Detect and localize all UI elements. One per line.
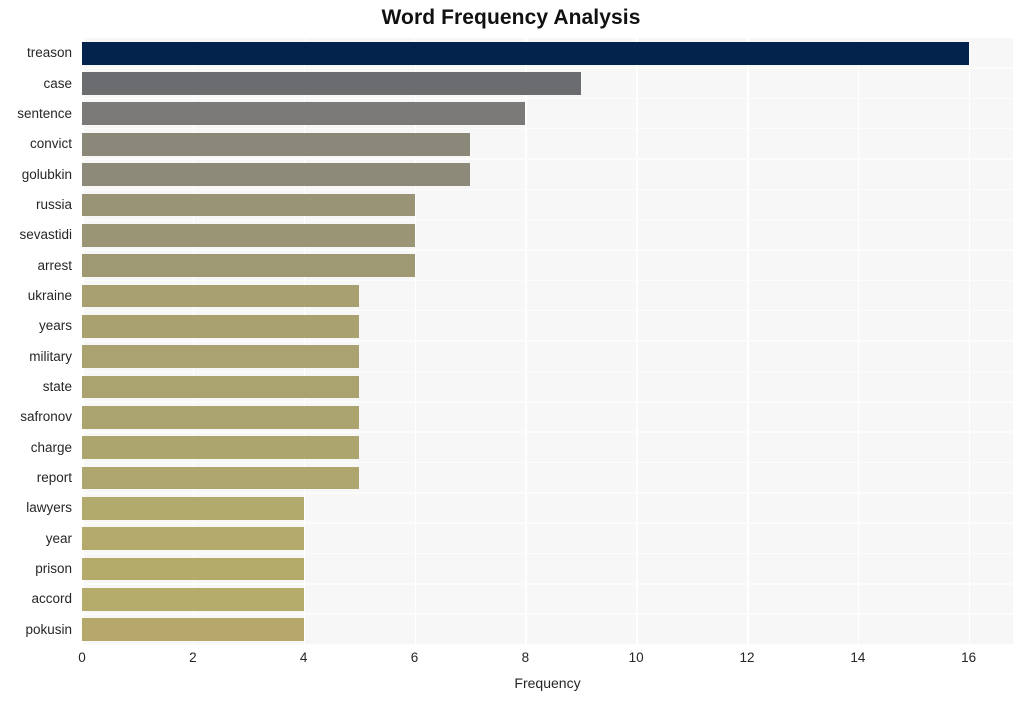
y-tick-label-ukraine: ukraine [27, 287, 72, 303]
x-tick-label-14: 14 [850, 650, 866, 665]
y-tick-label-year: year [45, 530, 72, 546]
y-tick-label-accord: accord [31, 591, 72, 607]
y-tick-label-years: years [38, 318, 72, 334]
y-axis-labels: treason case sentence convict golubkin russia… [0, 38, 1022, 645]
y-tick-label-sentence: sentence [17, 105, 72, 121]
y-tick-label-golubkin: golubkin [21, 166, 72, 182]
y-tick-label-treason: treason [26, 45, 72, 61]
y-tick-label-pokusin: pokusin [25, 621, 72, 637]
x-tick-label-6: 6 [410, 650, 419, 665]
y-tick-label-sevastidi: sevastidi [19, 227, 72, 243]
y-tick-label-case: case [43, 75, 72, 91]
y-tick-label-military: military [29, 348, 72, 364]
y-tick-label-arrest: arrest [37, 257, 72, 273]
x-tick-label-2: 2 [189, 650, 197, 665]
y-tick-label-safronov: safronov [20, 409, 72, 425]
y-tick-label-convict: convict [29, 136, 72, 152]
y-tick-label-lawyers: lawyers [26, 500, 72, 516]
x-tick-label-10: 10 [628, 650, 644, 665]
y-tick-label-russia: russia [35, 196, 72, 212]
y-tick-label-prison: prison [35, 561, 72, 577]
x-axis-title: Frequency [514, 675, 581, 691]
x-tick-label-12: 12 [739, 650, 755, 665]
y-tick-label-state: state [42, 379, 72, 395]
x-tick-label-0: 0 [78, 650, 86, 665]
word-frequency-chart: Word Frequency Analysis treason case sente… [0, 0, 1022, 701]
page-title: Word Frequency Analysis [381, 6, 641, 29]
x-tick-label-4: 4 [299, 650, 308, 665]
y-tick-label-report: report [36, 470, 72, 486]
x-tick-label-16: 16 [961, 650, 977, 665]
x-tick-label-8: 8 [521, 650, 530, 665]
y-tick-label-charge: charge [30, 439, 72, 455]
